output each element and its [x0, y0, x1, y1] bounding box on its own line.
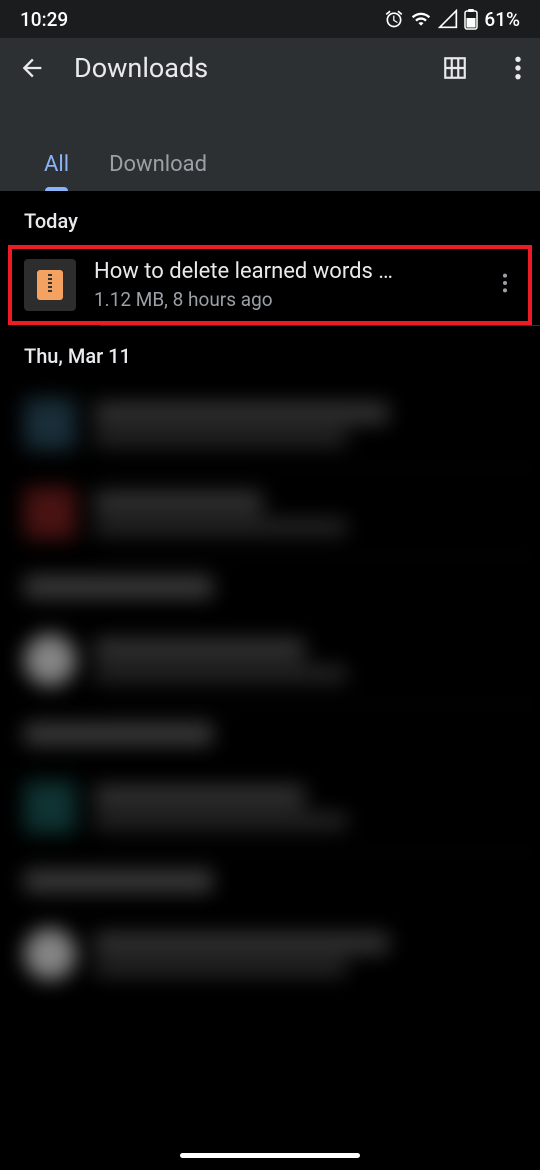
tabs: All Download — [0, 138, 540, 191]
status-time: 10:29 — [20, 8, 68, 31]
alarm-icon — [384, 9, 404, 29]
file-name: How to delete learned words … — [94, 259, 476, 284]
section-today: Today — [0, 191, 540, 245]
file-more-button[interactable] — [494, 264, 516, 306]
more-options-button[interactable] — [514, 55, 522, 81]
page-title: Downloads — [74, 52, 414, 84]
wifi-icon — [410, 9, 432, 29]
status-bar: 10:29 61% — [0, 0, 540, 38]
signal-icon — [438, 9, 458, 29]
file-info: How to delete learned words … 1.12 MB, 8… — [94, 259, 476, 311]
battery-icon — [464, 8, 478, 30]
tab-download[interactable]: Download — [89, 138, 227, 191]
blurred-content — [0, 380, 540, 998]
content: Today How to delete learned words … 1.12… — [0, 191, 540, 998]
tab-all[interactable]: All — [24, 138, 89, 191]
back-button[interactable] — [18, 54, 46, 82]
app-bar: Downloads All Download — [0, 38, 540, 191]
nav-indicator[interactable] — [180, 1153, 360, 1158]
section-thu-mar-11: Thu, Mar 11 — [0, 326, 540, 380]
file-item[interactable]: How to delete learned words … 1.12 MB, 8… — [8, 245, 532, 325]
status-icons: 61% — [384, 8, 520, 31]
grid-view-button[interactable] — [442, 55, 468, 81]
file-meta: 1.12 MB, 8 hours ago — [94, 288, 476, 311]
battery-percent: 61% — [484, 8, 520, 31]
archive-icon — [24, 259, 76, 311]
